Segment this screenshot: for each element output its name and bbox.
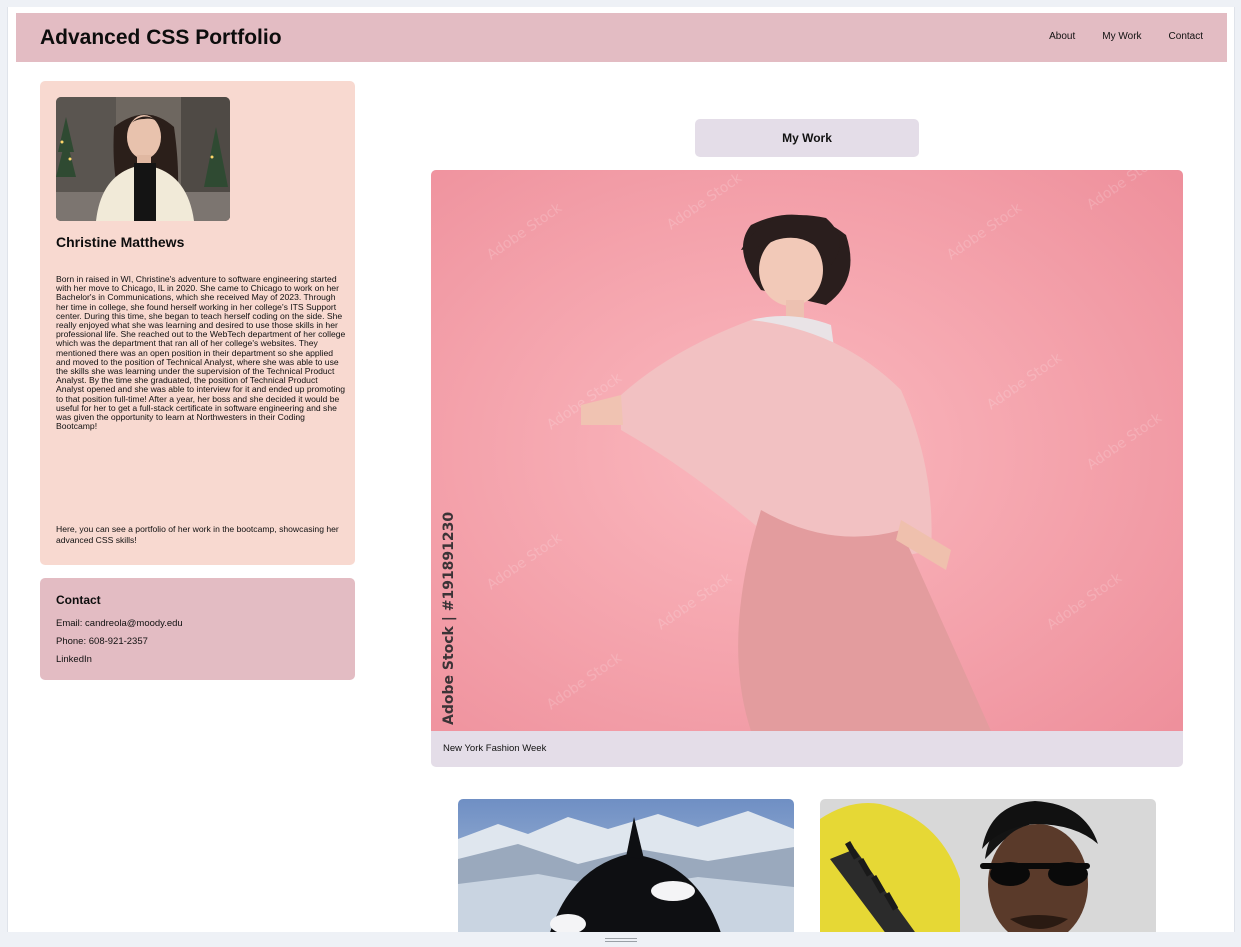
work-card-orca[interactable]	[458, 799, 794, 932]
grip-lines-icon[interactable]	[605, 938, 637, 944]
profile-card: Christine Matthews Born in raised in WI,…	[40, 81, 355, 565]
featured-work-card[interactable]: Adobe Stock Adobe Stock Adobe Stock Adob…	[431, 170, 1183, 767]
profile-bio-portfolio: Here, you can see a portfolio of her wor…	[56, 524, 339, 545]
page: Advanced CSS Portfolio About My Work Con…	[7, 7, 1235, 932]
profile-name: Christine Matthews	[56, 234, 185, 250]
orca-image	[458, 799, 794, 932]
site-header: Advanced CSS Portfolio About My Work Con…	[16, 13, 1227, 62]
stock-label: Adobe Stock | #191891230	[441, 512, 457, 725]
contact-phone[interactable]: Phone: 608-921-2357	[56, 636, 148, 647]
nav-link-contact[interactable]: Contact	[1169, 31, 1203, 42]
my-work-heading: My Work	[695, 119, 919, 157]
profile-bio: Born in raised in WI, Christine's advent…	[56, 274, 346, 432]
main-nav: About My Work Contact	[1049, 31, 1203, 42]
nav-link-about[interactable]: About	[1049, 31, 1075, 42]
contact-linkedin[interactable]: LinkedIn	[56, 654, 92, 665]
profile-photo-illustration	[56, 97, 230, 221]
site-title: Advanced CSS Portfolio	[40, 26, 282, 49]
contact-title: Contact	[56, 593, 101, 607]
my-work-heading-label: My Work	[782, 131, 832, 145]
featured-work-caption: New York Fashion Week	[443, 743, 547, 754]
contact-email[interactable]: Email: candreola@moody.edu	[56, 618, 183, 629]
stock-label-group: Adobe Stock | #191891230	[441, 512, 457, 725]
featured-work-image: Adobe Stock Adobe Stock Adobe Stock Adob…	[431, 170, 1183, 731]
profile-photo	[56, 97, 230, 221]
guitarist-image	[820, 799, 1156, 932]
work-card-guitarist[interactable]	[820, 799, 1156, 932]
nav-link-my-work[interactable]: My Work	[1102, 31, 1141, 42]
contact-card: Contact Email: candreola@moody.edu Phone…	[40, 578, 355, 680]
